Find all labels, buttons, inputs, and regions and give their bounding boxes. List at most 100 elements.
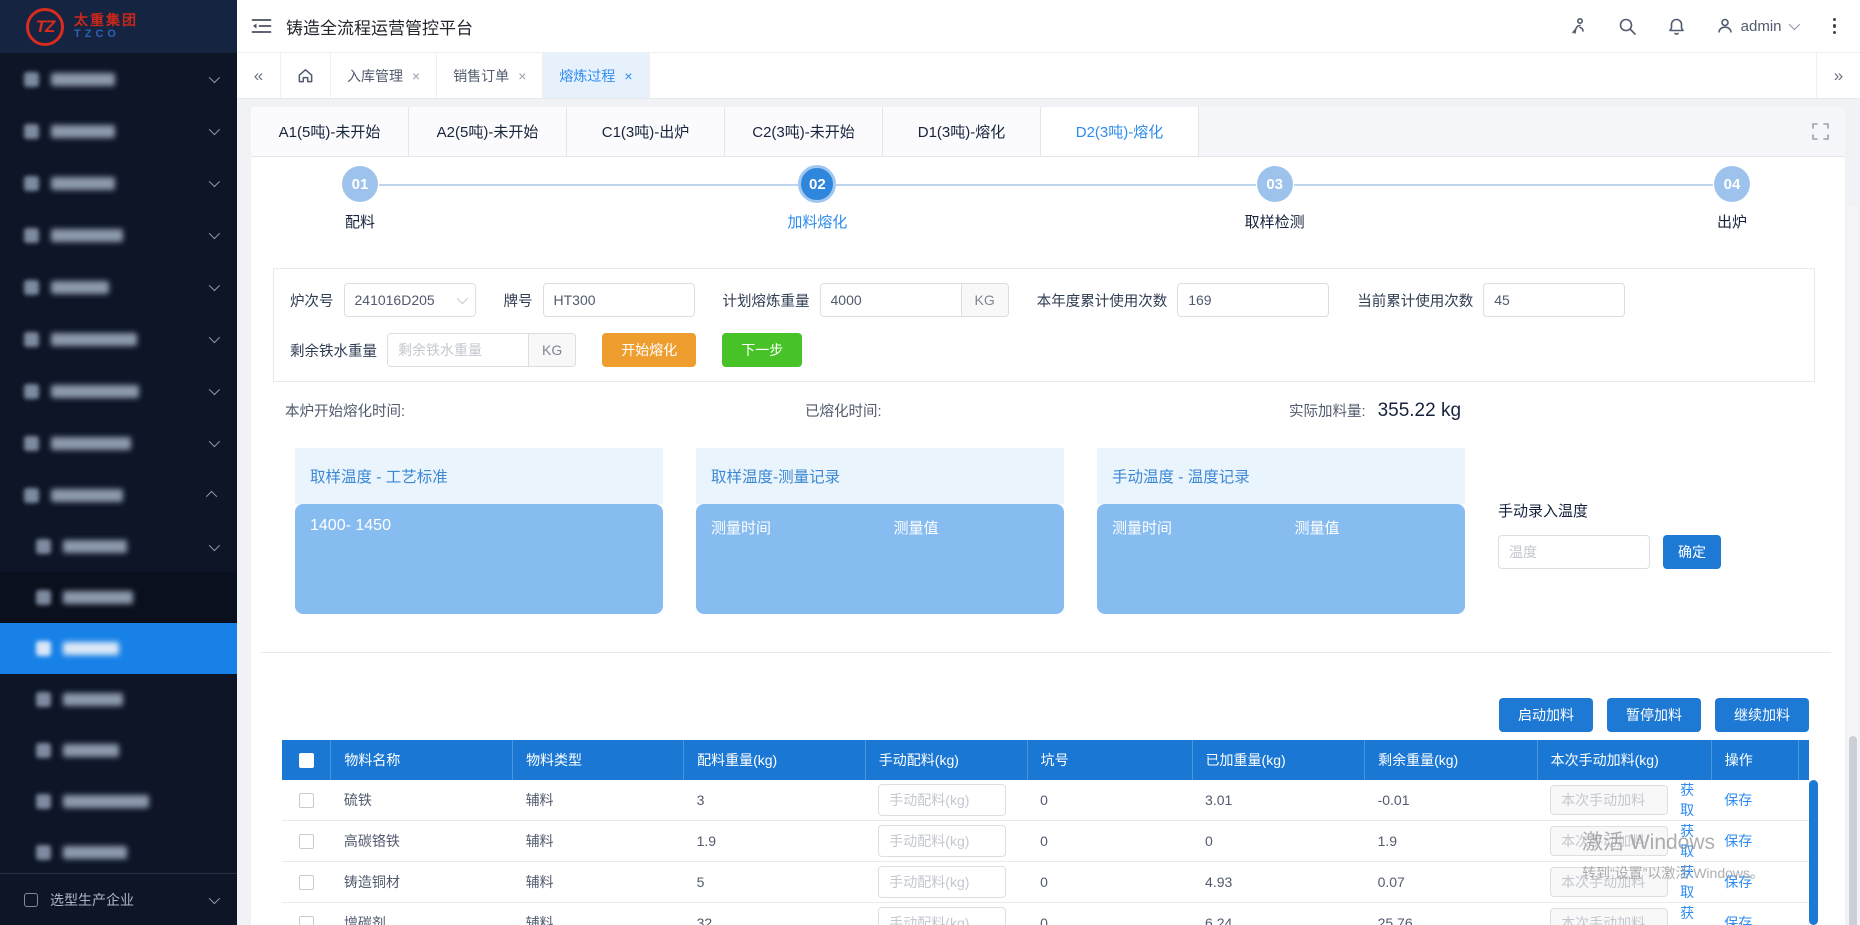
pause-feeding-button[interactable]: 暂停加料 xyxy=(1607,698,1701,732)
resume-feeding-button[interactable]: 继续加料 xyxy=(1715,698,1809,732)
table-scrollbar[interactable] xyxy=(1809,780,1818,925)
get-link[interactable]: 获取 xyxy=(1680,903,1698,925)
feed-actions: 启动加料 暂停加料 继续加料 xyxy=(251,698,1845,732)
temperature-input[interactable] xyxy=(1498,535,1650,569)
feed-cell: 获取 xyxy=(1550,903,1698,925)
sidebar-item[interactable] xyxy=(0,469,237,521)
sidebar-item[interactable] xyxy=(0,572,237,623)
manual-feed-input[interactable] xyxy=(1550,908,1668,925)
app-root: TZ 太重集团 TZCO 选型生产企业 铸造全流程运营管控平台 xyxy=(0,0,1860,925)
sidebar-item[interactable] xyxy=(0,521,237,572)
plan-weight-label: 计划熔炼重量 xyxy=(723,290,810,311)
save-link[interactable]: 保存 xyxy=(1724,833,1752,849)
manual-batch-input[interactable] xyxy=(878,825,1006,857)
user-menu[interactable]: admin xyxy=(1716,17,1797,35)
page-scrollbar-thumb[interactable] xyxy=(1849,736,1857,925)
cell-pit: 0 xyxy=(1027,903,1192,925)
row-filler-cell xyxy=(1798,821,1809,862)
sidebar-item[interactable] xyxy=(0,827,237,873)
page-tab-0[interactable]: 入库管理× xyxy=(331,53,437,98)
furnace-no-select[interactable]: 241016D205 xyxy=(344,283,476,317)
sidebar-item[interactable] xyxy=(0,209,237,261)
header-checkbox-cell xyxy=(282,740,331,780)
row-checkbox[interactable] xyxy=(299,793,314,808)
confirm-button[interactable]: 确定 xyxy=(1663,535,1721,569)
save-link[interactable]: 保存 xyxy=(1724,792,1752,808)
tab-close-icon[interactable]: × xyxy=(518,68,526,84)
tab-close-icon[interactable]: × xyxy=(624,68,632,84)
melting-info-row: 本炉开始熔化时间: 已熔化时间: 实际加料量: 355.22 kg xyxy=(251,400,1845,422)
menu-item-label-blurred xyxy=(51,281,109,294)
get-link[interactable]: 获取 xyxy=(1680,821,1698,861)
cell-manual-input xyxy=(865,780,1027,821)
start-melting-button[interactable]: 开始熔化 xyxy=(602,333,696,367)
screen-lock-icon[interactable] xyxy=(1569,17,1588,36)
get-link[interactable]: 获取 xyxy=(1680,780,1698,820)
tabs-scroll-left[interactable]: « xyxy=(237,53,281,98)
sidebar-item[interactable] xyxy=(0,725,237,776)
company-name-en: TZCO xyxy=(74,28,138,41)
page-tab-1[interactable]: 销售订单× xyxy=(437,53,543,98)
fullscreen-icon[interactable] xyxy=(1812,123,1829,140)
cell-feed-input: 获取 xyxy=(1537,821,1711,862)
row-checkbox[interactable] xyxy=(299,916,314,925)
furnace-tab-4[interactable]: D1(3吨)-熔化 xyxy=(883,107,1041,156)
page-tab-2[interactable]: 熔炼过程× xyxy=(543,53,649,98)
year-count-label: 本年度累计使用次数 xyxy=(1037,290,1168,311)
furnace-tab-0[interactable]: A1(5吨)-未开始 xyxy=(251,107,409,156)
save-link[interactable]: 保存 xyxy=(1724,874,1752,890)
username: admin xyxy=(1741,18,1782,35)
row-checkbox[interactable] xyxy=(299,875,314,890)
sidebar-item-bottom[interactable]: 选型生产企业 xyxy=(0,873,237,925)
sidebar-item[interactable] xyxy=(0,53,237,105)
temp-measure-card: 取样温度-测量记录 测量时间 测量值 xyxy=(696,448,1064,614)
sidebar-item[interactable] xyxy=(0,417,237,469)
furnace-tab-2[interactable]: C1(3吨)-出炉 xyxy=(567,107,725,156)
manual-batch-input[interactable] xyxy=(878,866,1006,898)
sidebar-item[interactable] xyxy=(0,105,237,157)
start-feeding-button[interactable]: 启动加料 xyxy=(1499,698,1593,732)
more-options-icon[interactable] xyxy=(1827,14,1843,39)
sidebar-item[interactable] xyxy=(0,365,237,417)
manual-batch-input[interactable] xyxy=(878,784,1006,816)
manual-feed-input[interactable] xyxy=(1550,867,1668,897)
furnace-tab-1[interactable]: A2(5吨)-未开始 xyxy=(409,107,567,156)
sidebar-item[interactable] xyxy=(0,776,237,827)
furnace-tab-3[interactable]: C2(3吨)-未开始 xyxy=(725,107,883,156)
tab-close-icon[interactable]: × xyxy=(412,68,420,84)
tabs-scroll-right[interactable]: » xyxy=(1816,53,1860,98)
menu-item-label-blurred xyxy=(63,795,149,808)
row-checkbox[interactable] xyxy=(299,834,314,849)
sidebar-item[interactable] xyxy=(0,674,237,725)
year-count-input[interactable] xyxy=(1177,283,1329,317)
notification-bell-icon[interactable] xyxy=(1667,17,1686,36)
furnace-tab-5[interactable]: D2(3吨)-熔化 xyxy=(1041,107,1199,156)
sidebar-item-active[interactable] xyxy=(0,623,237,674)
cell-added: 3.01 xyxy=(1192,780,1365,821)
sidebar-item[interactable] xyxy=(0,313,237,365)
manual-batch-input[interactable] xyxy=(878,907,1006,925)
user-icon xyxy=(1716,17,1734,35)
chevron-down-icon xyxy=(209,124,220,135)
collapse-menu-icon[interactable] xyxy=(251,17,272,35)
plan-weight-input[interactable] xyxy=(820,283,962,317)
manual-feed-input[interactable] xyxy=(1550,826,1668,856)
header-filler-cell xyxy=(1798,740,1809,780)
current-count-input[interactable] xyxy=(1483,283,1625,317)
remain-weight-input[interactable] xyxy=(387,333,529,367)
menu-item-label-blurred xyxy=(51,437,131,450)
get-link[interactable]: 获取 xyxy=(1680,862,1698,902)
melted-time-label: 已熔化时间: xyxy=(805,400,1289,421)
cell-manual-input xyxy=(865,903,1027,925)
sidebar-item[interactable] xyxy=(0,157,237,209)
cell-remain: 25.76 xyxy=(1365,903,1538,925)
cell-actions: 保存 xyxy=(1711,780,1798,821)
grade-input[interactable] xyxy=(543,283,695,317)
manual-feed-input[interactable] xyxy=(1550,785,1668,815)
select-all-checkbox[interactable] xyxy=(299,753,314,768)
home-tab[interactable] xyxy=(281,53,331,98)
sidebar-item[interactable] xyxy=(0,261,237,313)
save-link[interactable]: 保存 xyxy=(1724,915,1752,925)
next-step-button[interactable]: 下一步 xyxy=(722,333,802,367)
search-icon[interactable] xyxy=(1618,17,1637,36)
